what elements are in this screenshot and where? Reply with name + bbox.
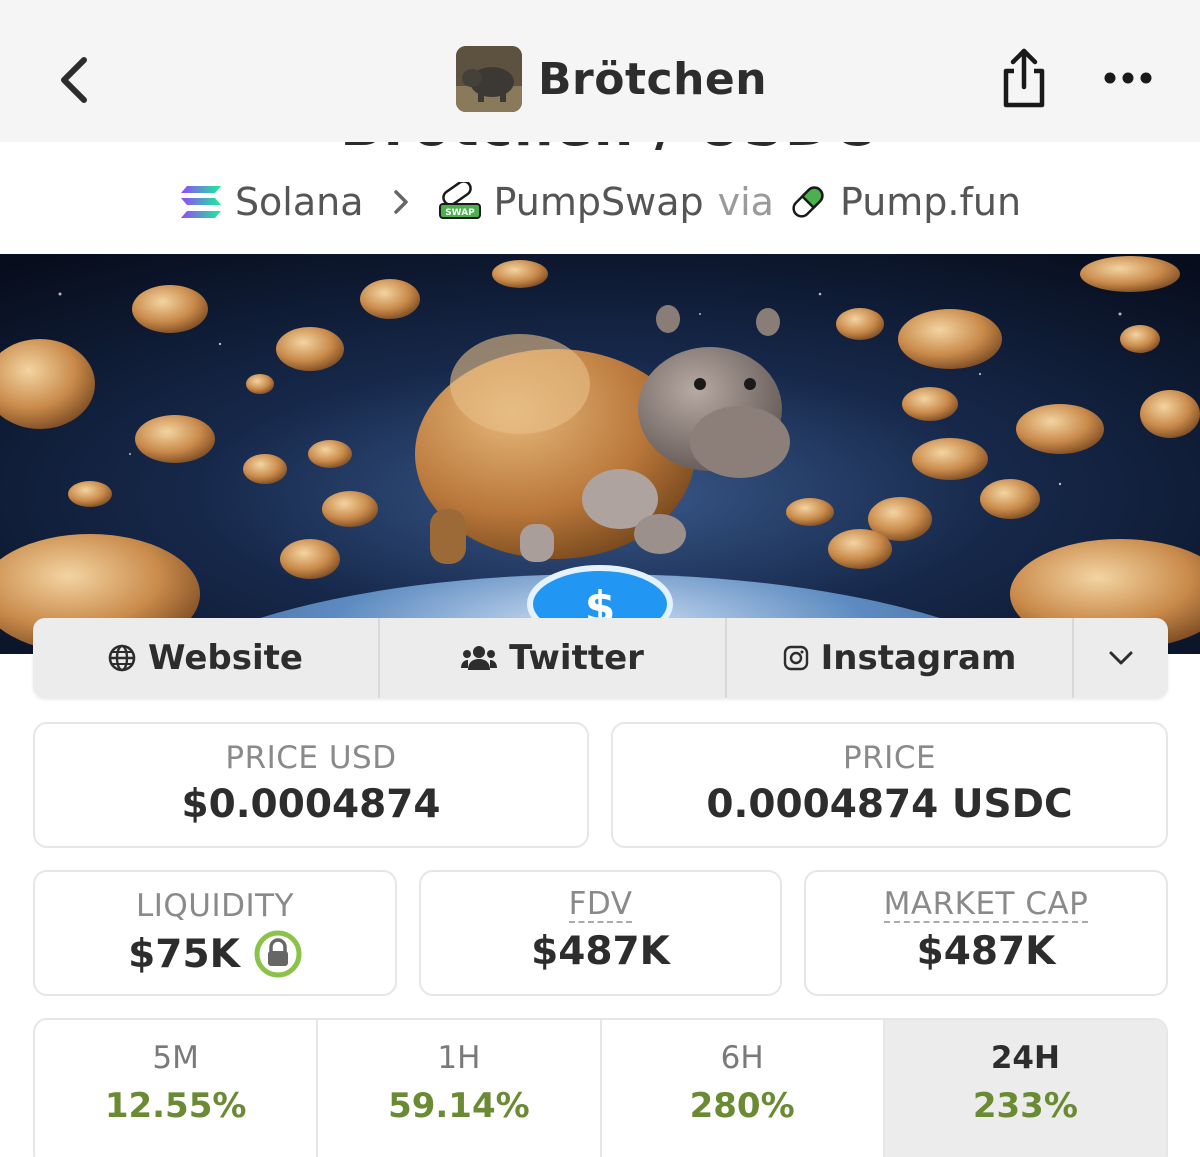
market-cap-label[interactable]: MARKET CAP <box>883 888 1089 923</box>
tab-6h[interactable]: 6H 280% <box>602 1020 885 1157</box>
svg-text:SWAP: SWAP <box>445 208 475 218</box>
share-button[interactable] <box>996 44 1052 114</box>
chain-solana[interactable]: Solana <box>179 180 364 224</box>
chevron-down-icon <box>1109 651 1133 665</box>
period-label: 24H <box>990 1040 1060 1076</box>
social-links-bar: Website Twitter Instagram <box>33 618 1168 698</box>
share-icon <box>1003 48 1045 108</box>
instagram-icon <box>783 645 808 671</box>
change-percent: 233% <box>972 1086 1078 1126</box>
liquidity-label: LIQUIDITY <box>135 888 295 924</box>
market-cap-value: $487K <box>916 928 1056 974</box>
page-title: Brötchen <box>538 53 768 105</box>
globe-icon <box>108 644 136 672</box>
liquidity-value-row: $75K <box>35 930 395 978</box>
price-usd-card: PRICE USD $0.0004874 <box>33 722 589 848</box>
price-native-value: 0.0004874 USDC <box>706 782 1073 827</box>
market-cap-card: MARKET CAP $487K <box>804 870 1168 996</box>
change-percent: 59.14% <box>388 1086 530 1126</box>
fdv-card: FDV $487K <box>419 870 782 996</box>
pill-icon <box>792 186 824 218</box>
pumpswap-icon: SWAP <box>438 182 481 219</box>
chevron-left-icon <box>61 57 87 103</box>
instagram-link[interactable]: Instagram <box>727 618 1074 698</box>
change-percent: 12.55% <box>104 1086 247 1126</box>
price-native-card: PRICE 0.0004874 USDC <box>611 722 1168 848</box>
solana-icon <box>180 186 221 218</box>
chevron-right-icon <box>393 190 408 214</box>
period-label: 5M <box>152 1040 199 1076</box>
price-usd-value: $0.0004874 <box>181 782 441 827</box>
liquidity-value: $75K <box>128 931 240 977</box>
token-avatar <box>456 46 522 112</box>
dex-pumpswap[interactable]: SWAP PumpSwap <box>438 180 704 224</box>
token-banner-image: $ <box>0 254 1200 654</box>
back-button[interactable] <box>52 52 96 108</box>
tab-1h[interactable]: 1H 59.14% <box>318 1020 602 1157</box>
token-header: Brötchen <box>456 46 767 112</box>
price-change-tabs: 5M 12.55% 1H 59.14% 6H 280% 24H 233% <box>33 1018 1168 1157</box>
liquidity-card: LIQUIDITY $75K <box>33 870 397 996</box>
tab-5m[interactable]: 5M 12.55% <box>35 1020 319 1157</box>
period-label: 6H <box>720 1040 764 1076</box>
via-label: via <box>717 180 774 224</box>
lock-icon[interactable] <box>254 930 302 978</box>
fdv-value: $487K <box>531 928 670 974</box>
launchpad-pumpfun[interactable]: Pump.fun <box>788 180 1021 224</box>
more-links-dropdown[interactable] <box>1074 618 1168 698</box>
twitter-link[interactable]: Twitter <box>380 618 727 698</box>
tab-24h[interactable]: 24H 233% <box>884 1020 1166 1157</box>
fdv-label[interactable]: FDV <box>568 888 633 923</box>
users-icon <box>461 646 498 670</box>
change-percent: 280% <box>689 1086 795 1126</box>
top-bar: Brötchen <box>0 0 1200 142</box>
chain-breadcrumb: Solana SWAP PumpSwap via Pump.fun <box>0 172 1200 232</box>
price-usd-label: PRICE USD <box>225 740 397 776</box>
website-link[interactable]: Website <box>33 618 380 698</box>
price-native-label: PRICE <box>842 740 937 776</box>
more-horizontal-icon <box>1104 72 1152 84</box>
more-options-button[interactable] <box>1098 60 1158 96</box>
period-label: 1H <box>437 1040 481 1076</box>
